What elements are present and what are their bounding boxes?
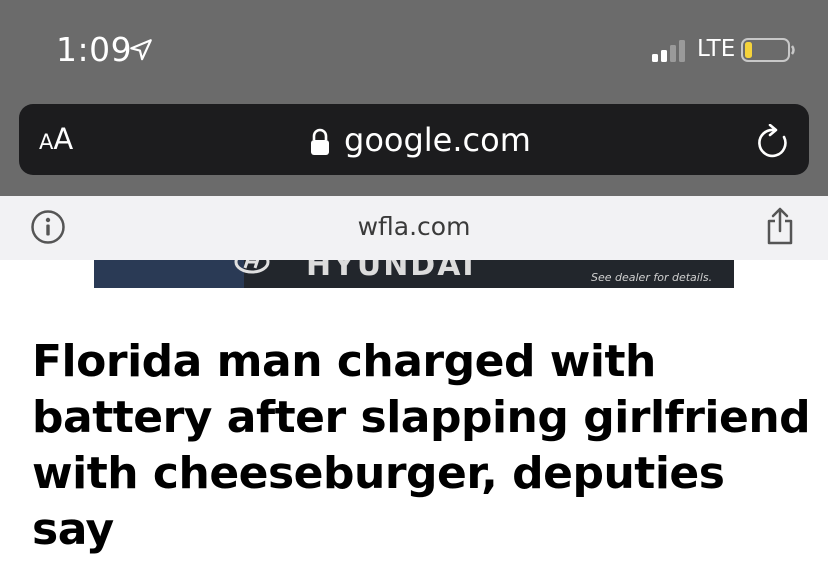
browser-chrome: AA google.com bbox=[0, 100, 828, 196]
url-text[interactable]: google.com bbox=[344, 121, 531, 159]
ad-background-panel bbox=[94, 260, 244, 288]
site-name: wfla.com bbox=[357, 212, 471, 241]
location-arrow-icon bbox=[130, 39, 152, 61]
ad-brand: HYUNDAI bbox=[306, 260, 476, 283]
network-type: LTE bbox=[697, 36, 736, 62]
reload-icon[interactable] bbox=[757, 124, 791, 160]
ad-fine-print: See dealer for details. bbox=[591, 271, 713, 284]
battery-low-icon bbox=[741, 38, 795, 62]
address-bar[interactable]: AA google.com bbox=[19, 104, 809, 175]
hyundai-logo-icon bbox=[234, 260, 270, 274]
text-size-button[interactable]: AA bbox=[39, 122, 73, 156]
cellular-signal-icon bbox=[652, 40, 685, 62]
article-headline: Florida man charged with battery after s… bbox=[32, 336, 811, 555]
site-info-bar: wfla.com bbox=[0, 196, 828, 260]
lock-icon bbox=[311, 128, 329, 155]
ad-banner[interactable]: HYUNDAI See dealer for details. bbox=[94, 260, 734, 288]
status-time: 1:09 bbox=[56, 30, 133, 69]
share-icon[interactable] bbox=[764, 206, 796, 246]
status-bar: 1:09 LTE bbox=[0, 0, 828, 100]
